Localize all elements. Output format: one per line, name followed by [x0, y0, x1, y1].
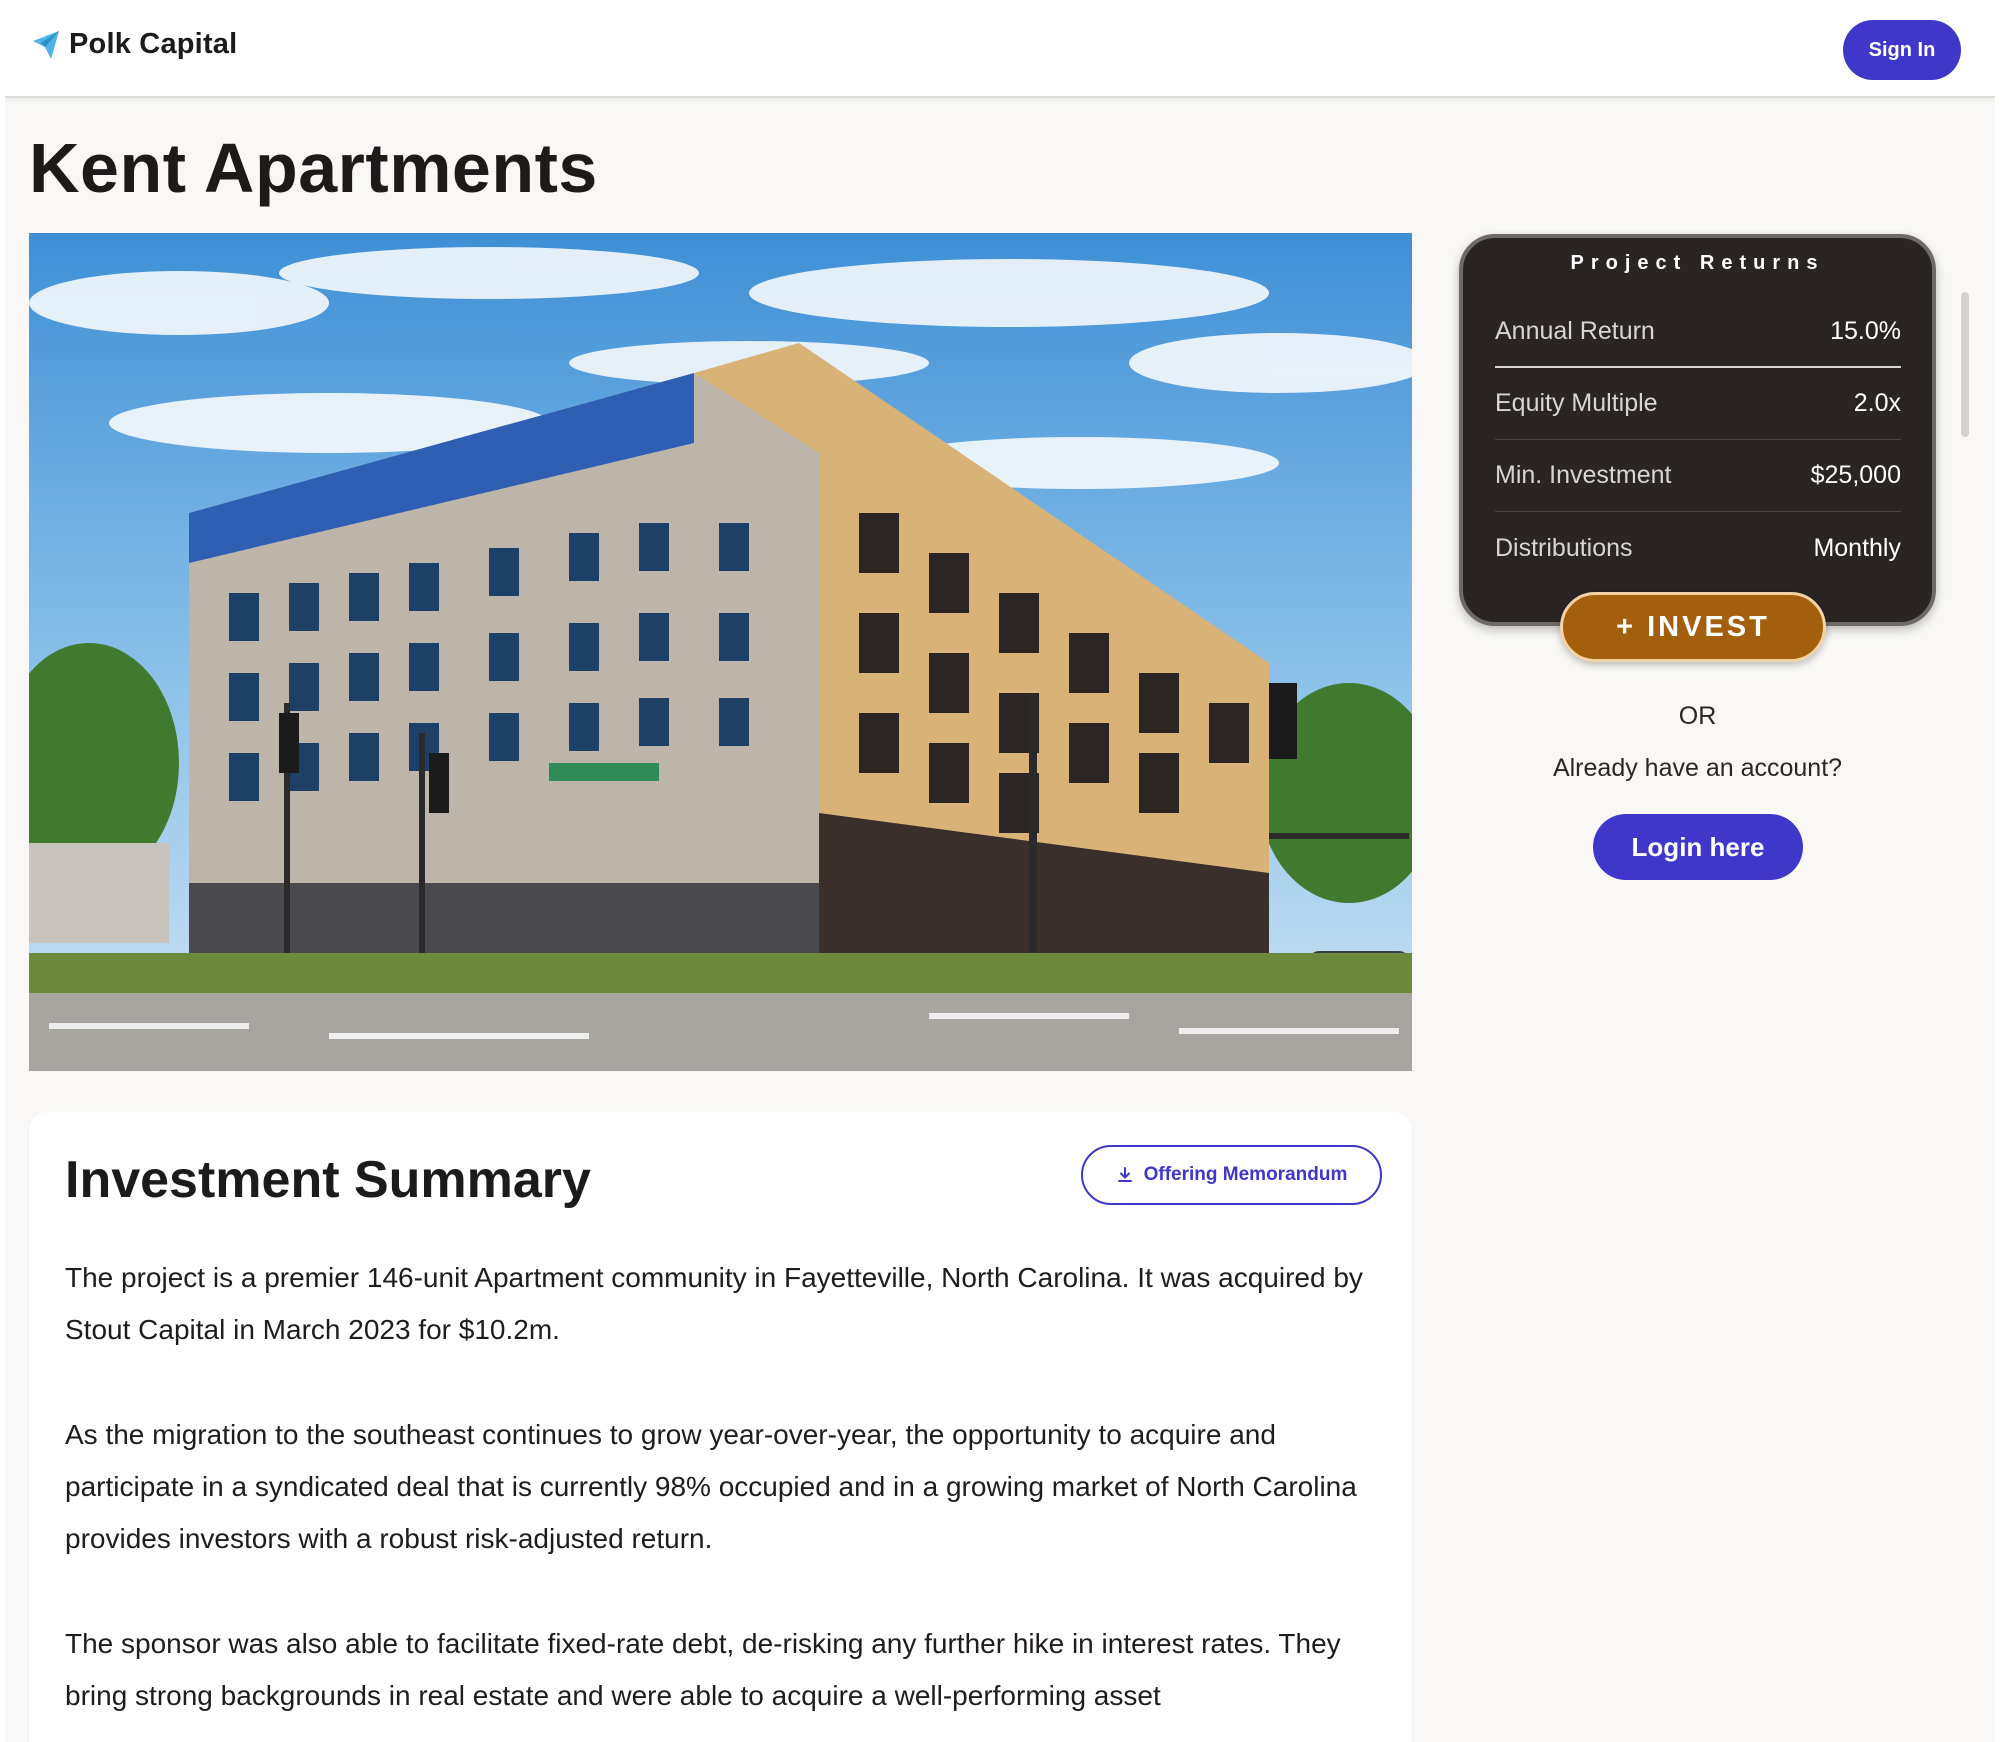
returns-label: Min. Investment [1495, 461, 1672, 489]
brand-name: Polk Capital [69, 28, 238, 60]
summary-paragraph: As the migration to the southeast contin… [65, 1419, 1357, 1554]
returns-label: Equity Multiple [1495, 389, 1658, 417]
login-button[interactable]: Login here [1593, 814, 1803, 880]
scrollbar-thumb[interactable] [1961, 292, 1969, 437]
summary-paragraph: The sponsor was also able to facilitate … [65, 1628, 1341, 1711]
brand-logo[interactable]: Polk Capital [31, 28, 237, 61]
returns-row-min-investment: Min. Investment $25,000 [1495, 440, 1901, 512]
returns-value: $25,000 [1810, 461, 1901, 489]
project-returns-card: Project Returns Annual Return 15.0% Equi… [1459, 234, 1936, 626]
returns-value: 15.0% [1830, 316, 1901, 345]
returns-label: Distributions [1495, 533, 1633, 562]
returns-row-equity-multiple: Equity Multiple 2.0x [1495, 368, 1901, 440]
project-returns-title: Project Returns [1570, 252, 1825, 274]
returns-row-distributions: Distributions Monthly [1495, 512, 1901, 584]
offering-memorandum-label: Offering Memorandum [1143, 1164, 1348, 1185]
returns-value: 2.0x [1853, 389, 1901, 417]
paper-plane-icon [33, 30, 59, 59]
hero-image [29, 233, 1412, 1071]
invest-button[interactable]: + INVEST [1560, 592, 1826, 662]
returns-row-annual-return: Annual Return 15.0% [1495, 296, 1901, 368]
returns-value: Monthly [1813, 533, 1901, 562]
offering-memorandum-button[interactable]: Offering Memorandum [1081, 1145, 1382, 1205]
investment-summary-title: Investment Summary [65, 1151, 591, 1209]
top-navbar: Polk Capital Sign In [5, 0, 1995, 98]
sign-in-button[interactable]: Sign In [1843, 20, 1961, 80]
or-divider-text: OR [1678, 702, 1717, 730]
investment-summary-body: The project is a premier 146-unit Apartm… [65, 1252, 1395, 1742]
account-prompt: Already have an account? [1552, 754, 1843, 782]
returns-label: Annual Return [1495, 316, 1655, 345]
page: Polk Capital Sign In Kent Apartments Pro… [5, 0, 1995, 1742]
page-title: Kent Apartments [29, 129, 598, 207]
download-icon [1117, 1167, 1132, 1182]
investment-summary-card: Investment Summary Offering Memorandum T… [29, 1112, 1412, 1742]
summary-paragraph: The project is a premier 146-unit Apartm… [65, 1262, 1363, 1345]
